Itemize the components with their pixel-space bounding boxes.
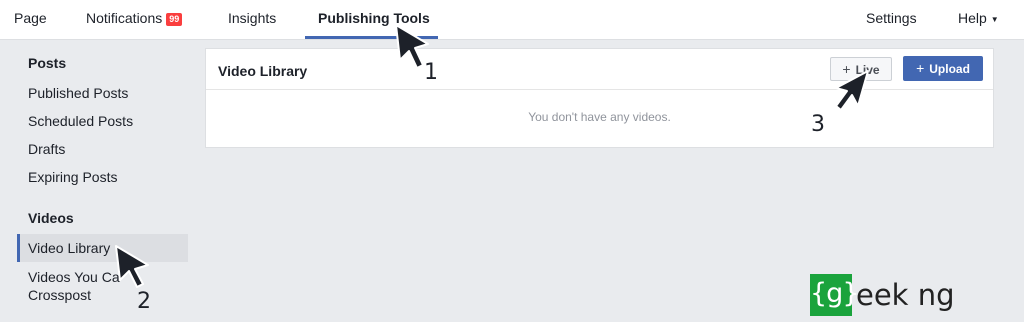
caret-down-icon: ▼ [990, 15, 999, 24]
annotation-step-3: 3 [811, 112, 825, 137]
annotation-step-1: 1 [424, 60, 438, 85]
logo-box: {g} [810, 274, 860, 316]
tab-settings[interactable]: Settings [866, 0, 917, 39]
tab-help-label: Help [958, 10, 987, 26]
sidebar-item-published-posts[interactable]: Published Posts [28, 85, 128, 101]
video-library-title: Video Library [218, 63, 308, 79]
plus-icon: + [916, 60, 925, 76]
sidebar-item-expiring-posts[interactable]: Expiring Posts [28, 169, 117, 185]
sidebar-heading-posts: Posts [28, 55, 67, 71]
notifications-count-badge: 99 [166, 13, 183, 26]
video-library-header: Video Library + Live + Upload [206, 49, 993, 90]
tab-help[interactable]: Help ▼ [958, 0, 999, 39]
sidebar-item-scheduled-posts[interactable]: Scheduled Posts [28, 113, 133, 129]
sidebar-item-videos-you-can-crosspost[interactable]: Videos You Ca [28, 269, 120, 285]
upload-button[interactable]: + Upload [903, 56, 983, 81]
tab-page-label: Page [14, 10, 47, 26]
sidebar-item-drafts[interactable]: Drafts [28, 141, 65, 157]
annotation-step-2: 2 [137, 289, 151, 314]
sidebar-heading-videos: Videos [28, 210, 74, 226]
tab-notifications[interactable]: Notifications 99 [86, 0, 183, 39]
sidebar-item-video-library-label: Video Library [28, 240, 111, 256]
video-library-panel: Video Library + Live + Upload You don't ha… [205, 48, 994, 148]
empty-state-message: You don't have any videos. [528, 110, 671, 124]
tab-notifications-label: Notifications [86, 10, 163, 26]
tab-insights-label: Insights [228, 10, 277, 26]
annotation-cursor-3-icon [835, 70, 869, 111]
tab-insights[interactable]: Insights [228, 0, 276, 39]
annotation-cursor-2-icon [115, 245, 149, 288]
upload-button-label: Upload [929, 62, 970, 76]
top-nav-bar: Page Notifications 99 Insights Publishing… [0, 0, 1024, 40]
sidebar-item-crosspost-continued[interactable]: Crosspost [28, 287, 91, 303]
logo-text: eek ng [856, 278, 955, 312]
tab-settings-label: Settings [866, 10, 917, 26]
tab-page[interactable]: Page [14, 0, 47, 39]
